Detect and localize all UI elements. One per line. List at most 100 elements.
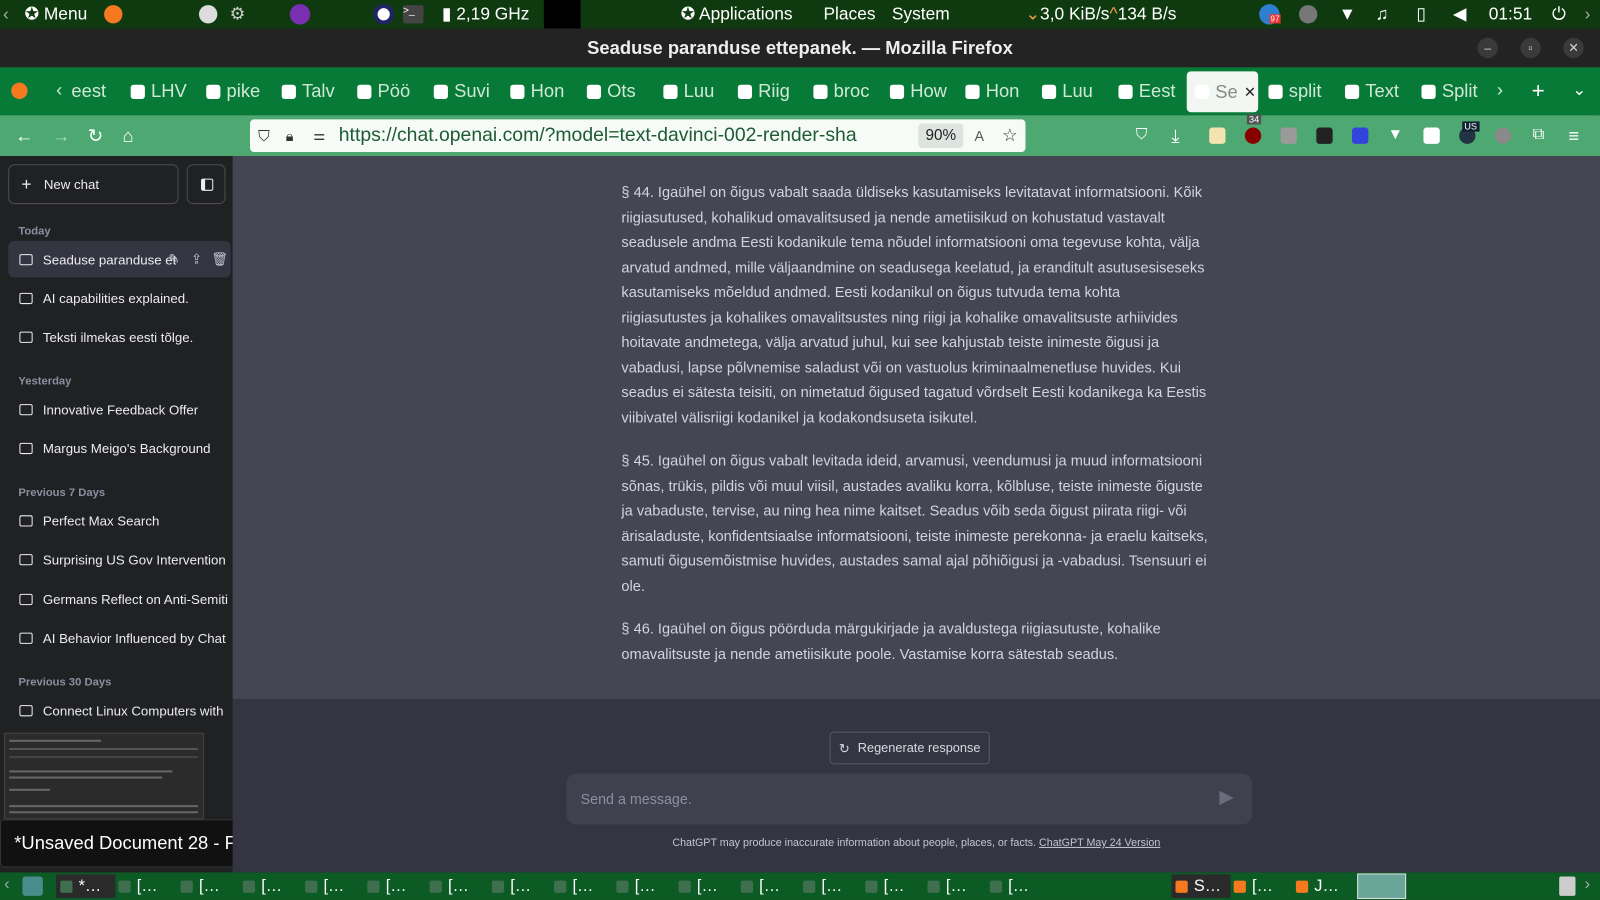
chat-history-item[interactable]: Surprising US Gov Intervention <box>8 541 232 578</box>
taskbar-window-button[interactable]: [… <box>491 874 551 897</box>
tab[interactable]: Luu <box>1041 78 1103 106</box>
settings-gears-icon[interactable]: ⚙ <box>230 4 246 24</box>
taskbar-window-button[interactable]: [… <box>305 874 364 897</box>
battery-icon[interactable]: ▯ <box>1416 4 1426 24</box>
edit-icon[interactable]: ✎ <box>168 251 179 267</box>
firefox-view-icon[interactable] <box>11 82 28 99</box>
tab[interactable]: Split <box>1421 78 1482 106</box>
regenerate-response-button[interactable]: ↻ Regenerate response <box>829 731 990 765</box>
lock-icon[interactable]: 🔒︎ <box>286 127 294 144</box>
url-bar[interactable]: ⛉ 🔒︎ ⚌ https://chat.openai.com/?model=te… <box>249 119 1026 153</box>
taskbar-window-button[interactable]: J… <box>1295 874 1355 897</box>
bookmark-star-icon[interactable]: ☆ <box>1002 126 1018 146</box>
power-icon[interactable]: ⏻ <box>1552 4 1566 24</box>
tab[interactable]: Hon <box>510 78 571 106</box>
scroll-tabs-right[interactable]: › <box>1497 80 1503 101</box>
chat-history-item[interactable]: Germans Reflect on Anti-Semiti <box>8 581 232 618</box>
new-chat-button[interactable]: + New chat <box>8 164 179 205</box>
tor-icon[interactable] <box>289 4 311 25</box>
active-firefox-window[interactable] <box>1357 873 1407 899</box>
chat-history-item[interactable]: Margus Meigo's Background <box>8 430 232 467</box>
taskbar-window-button[interactable]: [… <box>429 874 489 897</box>
tab[interactable]: pike <box>206 78 267 106</box>
back-icon[interactable]: ← <box>15 126 33 147</box>
chat-history-item[interactable]: AI Behavior Influenced by Chat <box>8 619 232 656</box>
taskbar-window-button[interactable]: S… <box>1171 874 1231 898</box>
tab[interactable]: Text <box>1344 78 1406 106</box>
close-window-button[interactable]: ✕ <box>1563 37 1584 59</box>
chat-history-item[interactable]: AI capabilities explained. <box>8 280 232 317</box>
version-link[interactable]: ChatGPT May 24 Version <box>1039 837 1160 849</box>
new-tab-button[interactable]: + <box>1532 78 1545 105</box>
bell-icon[interactable]: ♫ <box>1375 4 1388 24</box>
clock[interactable]: 01:51 <box>1489 4 1532 24</box>
tab[interactable]: Eest <box>1118 78 1179 106</box>
tab[interactable]: Pöö <box>357 78 418 106</box>
terminal-icon[interactable]: >_ <box>403 5 424 24</box>
panel-right-arrow[interactable]: › <box>1585 4 1591 24</box>
show-desktop-button[interactable] <box>22 876 43 896</box>
taskbar-window-button[interactable]: [… <box>1233 874 1293 897</box>
taskbar-window-button[interactable]: [… <box>989 874 1049 897</box>
link-extension-icon[interactable] <box>1352 127 1369 144</box>
tab[interactable]: Luu <box>663 78 724 106</box>
taskbar-window-button[interactable]: [… <box>554 874 613 897</box>
taskbar-window-button[interactable]: [… <box>927 874 987 897</box>
taskbar-window-button[interactable]: [… <box>678 874 738 897</box>
taskbar-window-button[interactable]: [… <box>616 874 675 897</box>
cloud-extension-icon[interactable] <box>1494 127 1512 144</box>
vtr-extension-icon[interactable] <box>1316 127 1333 144</box>
trash-icon[interactable] <box>1559 876 1576 896</box>
zoom-level[interactable]: 90% <box>918 123 964 148</box>
tab-active[interactable]: Se ✕ <box>1186 71 1259 113</box>
home-icon[interactable]: ⌂ <box>122 126 133 147</box>
ublock-icon[interactable] <box>1244 127 1262 144</box>
volume-icon[interactable]: ◀ <box>1453 4 1466 24</box>
tab[interactable]: Riig <box>737 78 799 106</box>
taskbar-window-button[interactable]: [… <box>180 874 240 897</box>
message-input[interactable]: Send a message. <box>566 773 1253 825</box>
list-tabs-icon[interactable]: ⌄ <box>1572 80 1586 100</box>
forward-icon[interactable]: → <box>52 126 70 147</box>
opera-icon[interactable] <box>373 4 394 25</box>
translate-icon[interactable]: A <box>974 128 984 144</box>
chat-history-item[interactable]: Connect Linux Computers with <box>8 692 232 729</box>
taskbar-right-arrow[interactable]: › <box>1585 876 1590 894</box>
js-extension-icon[interactable] <box>1280 127 1297 144</box>
url-text[interactable]: https://chat.openai.com/?model=text-davi… <box>339 124 857 146</box>
pocket-icon[interactable]: ⛉ <box>1136 126 1147 143</box>
toggle-sidebar-button[interactable] <box>186 164 226 205</box>
menu-button[interactable]: ✪ Menu <box>24 4 87 24</box>
chat-history-item[interactable]: Teksti ilmekas eesti tõlge. <box>8 318 232 355</box>
system-menu[interactable]: System <box>892 4 950 24</box>
tab[interactable]: Hon <box>965 78 1026 106</box>
firefox-launcher-icon[interactable] <box>104 5 123 24</box>
taskbar-window-button[interactable]: [… <box>740 874 800 897</box>
shield-icon[interactable]: ⛉ <box>258 127 269 144</box>
taskbar-window-button[interactable]: [… <box>242 874 302 897</box>
indicator-icon[interactable] <box>1298 5 1318 24</box>
taskbar-left-arrow[interactable]: ‹ <box>4 876 9 894</box>
tab[interactable]: Suvi <box>433 78 495 106</box>
tab[interactable]: split <box>1268 78 1329 106</box>
panel-left-arrow[interactable]: ‹ <box>3 4 9 24</box>
taskbar-window-button[interactable]: [… <box>803 874 862 897</box>
send-icon[interactable] <box>1219 790 1234 806</box>
taskbar-window-button[interactable]: [… <box>367 874 426 897</box>
tab[interactable]: Ots <box>586 78 648 106</box>
tab[interactable]: eest <box>71 78 132 106</box>
tab[interactable]: LHV <box>130 78 192 106</box>
minimize-button[interactable]: – <box>1477 37 1498 59</box>
permissions-icon[interactable]: ⚌ <box>313 128 325 144</box>
applications-menu[interactable]: ✪ Applications <box>681 4 793 24</box>
id-extension-icon[interactable] <box>1423 127 1440 144</box>
scroll-tabs-left[interactable]: ‹ <box>56 80 62 101</box>
tab[interactable]: Talv <box>281 78 343 106</box>
chat-history-item[interactable]: Perfect Max Search <box>8 502 232 539</box>
reload-icon[interactable]: ↻ <box>88 126 103 147</box>
accessibility-icon[interactable] <box>198 5 218 24</box>
tab[interactable]: broc <box>813 78 874 106</box>
app-menu-icon[interactable]: ≡ <box>1568 126 1579 147</box>
chat-history-item[interactable]: Innovative Feedback Offer <box>8 391 232 428</box>
close-tab-icon[interactable]: ✕ <box>1244 83 1256 100</box>
